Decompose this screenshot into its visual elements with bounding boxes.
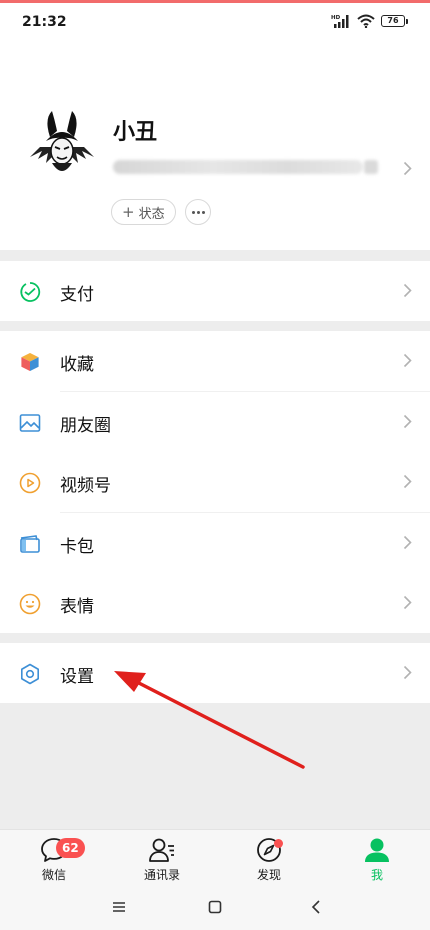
smile-icon [18,592,42,616]
tab-me-label: 我 [370,868,383,882]
menu-item-settings-label: 设置 [60,667,94,687]
profile-name: 小丑 [113,120,158,145]
chevron-right-icon [403,595,412,610]
image-icon [18,411,42,435]
menu-item-stickers-label: 表情 [60,597,94,617]
chevron-right-icon [403,414,412,429]
menu-item-channels[interactable]: 视频号 [0,452,430,512]
hd-signal-icon: HD [331,15,349,28]
card-icon [18,532,42,556]
bottom-tab-bar: 微信 62 通讯录 发现 我 [0,829,430,889]
status-button-label: 状态 [138,206,165,222]
battery-icon: 76 [381,15,408,27]
gear-icon [18,662,42,686]
avatar[interactable] [24,107,100,183]
battery-level: 76 [381,15,405,27]
menu-item-settings[interactable]: 设置 [0,643,430,703]
menu-item-stickers[interactable]: 表情 [0,573,430,633]
menu-item-favorites-label: 收藏 [60,355,94,375]
cube-icon [18,350,42,374]
add-status-button[interactable]: + 状态 [111,199,176,225]
contacts-icon [149,838,174,862]
chevron-right-icon [403,161,412,176]
menu-icon[interactable] [112,897,126,917]
menu-item-moments[interactable]: 朋友圈 [0,392,430,452]
menu-item-moments-label: 朋友圈 [60,416,111,436]
tab-chats-label: 微信 [41,868,66,882]
home-square-icon[interactable] [208,897,222,917]
menu-item-cards[interactable]: 卡包 [0,513,430,573]
section-separator [0,250,430,261]
chevron-right-icon [403,474,412,489]
plus-icon: + [122,202,135,221]
chevron-right-icon [403,353,412,368]
chevron-right-icon [403,665,412,680]
tab-chats[interactable]: 微信 62 [14,834,94,888]
menu-item-pay-label: 支付 [60,285,94,305]
tab-contacts[interactable]: 通讯录 [122,834,202,888]
more-button[interactable] [185,199,211,225]
new-dot [274,839,283,848]
menu-item-pay[interactable]: 支付 [0,261,430,321]
status-bar: 21:32 HD 76 [0,3,430,43]
qr-code-icon[interactable] [364,160,378,174]
play-circle-icon [18,471,42,495]
menu-item-cards-label: 卡包 [60,537,94,557]
status-icons: HD 76 [331,13,408,29]
section-separator [0,633,430,643]
empty-background [0,703,430,829]
wechat-id-blurred [113,160,363,174]
person-icon [365,838,389,862]
tab-contacts-label: 通讯录 [143,868,180,882]
unread-badge: 62 [56,838,85,858]
menu-item-favorites[interactable]: 收藏 [0,331,430,391]
profile-header[interactable]: 小丑 + 状态 [0,43,430,250]
system-nav-bar [0,889,430,930]
tab-me[interactable]: 我 [337,834,417,888]
svg-text:HD: HD [331,15,341,21]
back-icon[interactable] [309,897,323,917]
section-separator [0,321,430,331]
tab-discover[interactable]: 发现 [229,834,309,888]
pay-icon [18,280,42,304]
tab-discover-label: 发现 [256,868,281,882]
wifi-icon [357,14,375,28]
menu-item-channels-label: 视频号 [60,476,111,496]
status-time: 21:32 [22,14,67,30]
chevron-right-icon [403,283,412,298]
chevron-right-icon [403,535,412,550]
